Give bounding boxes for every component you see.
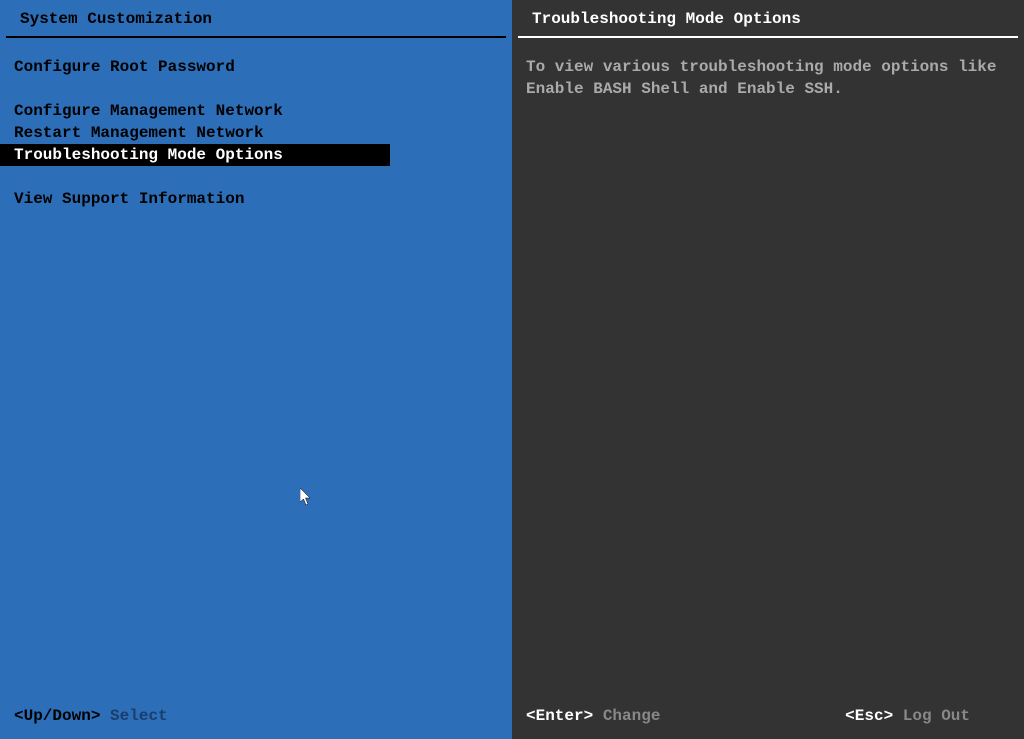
description-text: To view various troubleshooting mode opt… (512, 38, 1024, 100)
footer-action-change: Change (603, 707, 661, 725)
footer-key-enter: <Enter> (526, 707, 593, 725)
main-container: System Customization Configure Root Pass… (0, 0, 1024, 739)
footer-hint-enter: <Enter> Change (526, 707, 660, 725)
footer-key-esc: <Esc> (845, 707, 893, 725)
menu-item-configure-management-network[interactable]: Configure Management Network (0, 100, 390, 122)
menu-group: Configure Management Network Restart Man… (0, 100, 512, 166)
menu-group: View Support Information (0, 188, 512, 210)
menu-item-troubleshooting-mode-options[interactable]: Troubleshooting Mode Options (0, 144, 390, 166)
footer-action-select: Select (110, 707, 168, 725)
footer-left: <Up/Down> Select (14, 707, 168, 725)
footer-action-logout: Log Out (903, 707, 970, 725)
menu-item-view-support-information[interactable]: View Support Information (0, 188, 390, 210)
menu-group: Configure Root Password (0, 56, 512, 78)
menu-item-configure-root-password[interactable]: Configure Root Password (0, 56, 390, 78)
footer-hint-esc: <Esc> Log Out (845, 707, 1010, 725)
right-panel-title: Troubleshooting Mode Options (518, 0, 1018, 38)
left-panel: System Customization Configure Root Pass… (0, 0, 512, 739)
left-panel-title: System Customization (6, 0, 506, 38)
footer-key-updown: <Up/Down> (14, 707, 100, 725)
right-panel: Troubleshooting Mode Options To view var… (512, 0, 1024, 739)
menu-content: Configure Root Password Configure Manage… (0, 38, 512, 210)
footer-right: <Enter> Change <Esc> Log Out (512, 707, 1024, 725)
menu-item-restart-management-network[interactable]: Restart Management Network (0, 122, 390, 144)
